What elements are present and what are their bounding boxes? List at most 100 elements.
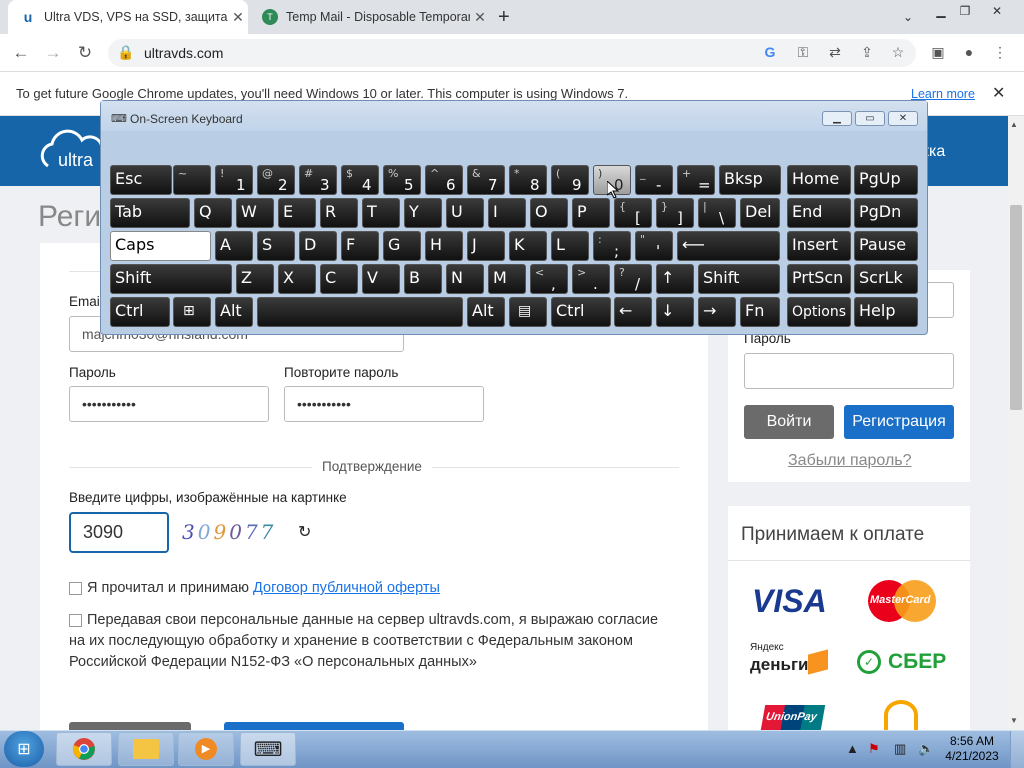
osk-key-p[interactable]: P [572,198,610,228]
osk-key-shift[interactable]: Shift [110,264,232,294]
osk-key-j[interactable]: J [467,231,505,261]
osk-key-tab[interactable]: Tab [110,198,190,228]
scroll-up-icon[interactable]: ▲ [1010,120,1018,129]
osk-key-m[interactable]: M [488,264,526,294]
key-icon[interactable]: ⚿ [794,44,812,61]
osk-key-bksp[interactable]: Bksp [719,165,781,195]
osk-key-menu[interactable]: ▤ [509,297,547,327]
osk-key-dot[interactable]: >. [572,264,610,294]
osk-key-z[interactable]: Z [236,264,274,294]
login-button[interactable]: Войти [744,405,834,439]
osk-key-prtscn[interactable]: PrtScn [787,264,851,294]
osk-key-slash[interactable]: ? / [614,264,652,294]
osk-key-a[interactable]: A [215,231,253,261]
osk-close-button[interactable]: ✕ [888,111,918,126]
forward-icon[interactable]: → [42,42,64,64]
osk-key-left[interactable]: ← [614,297,652,327]
osk-key-t[interactable]: T [362,198,400,228]
osk-key-e[interactable]: E [278,198,316,228]
osk-key-options[interactable]: Options [787,297,851,327]
osk-key-ctrl[interactable]: Ctrl [110,297,170,327]
osk-restore-button[interactable]: ▭ [855,111,885,126]
osk-key-win[interactable]: ⊞ [173,297,211,327]
osk-key-k[interactable]: K [509,231,547,261]
menu-icon[interactable]: ⋮ [991,44,1009,61]
osk-minimize-button[interactable]: ▁ [822,111,852,126]
osk-key-right[interactable]: → [698,297,736,327]
refresh-captcha-icon[interactable]: ↻ [298,522,311,542]
osk-key-i[interactable]: I [488,198,526,228]
osk-key-scrlk[interactable]: ScrLk [854,264,918,294]
login-password-field[interactable] [744,353,954,389]
osk-key-b[interactable]: B [404,264,442,294]
osk-key-shift[interactable]: Shift [698,264,780,294]
osk-key-x[interactable]: X [278,264,316,294]
restore-window-button[interactable]: ❐ [950,0,980,22]
osk-key-end[interactable]: End [787,198,851,228]
taskbar-osk-keyboard-icon[interactable]: ⌨ [240,732,296,766]
osk-key-down[interactable]: ↓ [656,297,694,327]
taskbar-media-player-icon[interactable]: ▶ [178,732,234,766]
close-infobar-icon[interactable]: ✕ [992,83,1005,103]
scrollbar-thumb[interactable] [1010,205,1022,410]
osk-key-ctrl[interactable]: Ctrl [551,297,611,327]
osk-key-semi[interactable]: :; [593,231,631,261]
osk-key-h[interactable]: H [425,231,463,261]
osk-key-n7[interactable]: & 7 [467,165,505,195]
osk-key-pgup[interactable]: PgUp [854,165,918,195]
osk-key-pgdn[interactable]: PgDn [854,198,918,228]
osk-key-bsl[interactable]: | \ [698,198,736,228]
reload-icon[interactable]: ↻ [74,42,96,64]
share-icon[interactable]: ⇪ [858,44,876,61]
osk-key-enter-arrow[interactable]: ⟵ [677,231,780,261]
taskbar-chrome-icon[interactable] [56,732,112,766]
osk-key-lbr[interactable]: {[ [614,198,652,228]
osk-key-n8[interactable]: * 8 [509,165,547,195]
profile-icon[interactable]: ● [960,44,978,60]
learn-more-link[interactable]: Learn more [911,87,975,101]
osk-key-alt[interactable]: Alt [467,297,505,327]
bookmark-star-icon[interactable]: ☆ [889,44,907,61]
register-button[interactable]: Регистрация [844,405,954,439]
osk-key-v[interactable]: V [362,264,400,294]
tray-expand-icon[interactable]: ▲ [846,741,859,756]
scroll-down-icon[interactable]: ▼ [1010,716,1018,725]
osk-key-quote[interactable]: " ' [635,231,673,261]
osk-key-n2[interactable]: @2 [257,165,295,195]
osk-key-alt[interactable]: Alt [215,297,253,327]
osk-key-n1[interactable]: ! 1 [215,165,253,195]
tab-search-icon[interactable]: ⌄ [893,6,923,28]
tab-temp-mail[interactable]: T Temp Mail - Disposable Temporar ✕ [250,0,490,34]
osk-key-pause[interactable]: Pause [854,231,918,261]
osk-key-s[interactable]: S [257,231,295,261]
osk-key-grave[interactable]: ~ [173,165,211,195]
osk-key-l[interactable]: L [551,231,589,261]
repeat-password-field[interactable]: ••••••••••• [284,386,484,422]
action-center-flag-icon[interactable]: ⚑ [868,741,880,757]
back-icon[interactable]: ← [10,42,32,64]
osk-key-q[interactable]: Q [194,198,232,228]
osk-key-comma[interactable]: <, [530,264,568,294]
osk-key-caps[interactable]: Caps [110,231,211,261]
osk-key-esc[interactable]: Esc [110,165,172,195]
osk-key-n5[interactable]: % 5 [383,165,421,195]
taskbar-explorer-folder-icon[interactable] [118,732,174,766]
osk-key-r[interactable]: R [320,198,358,228]
osk-key-n3[interactable]: #3 [299,165,337,195]
agree-checkbox[interactable] [69,582,82,595]
osk-key-del[interactable]: Del [740,198,780,228]
close-window-button[interactable]: ✕ [982,0,1012,22]
translate-icon[interactable]: ⇄ [826,44,844,61]
osk-key-d[interactable]: D [299,231,337,261]
osk-key-eq[interactable]: + = [677,165,715,195]
osk-key-space[interactable] [257,297,463,327]
osk-key-minus[interactable]: _ - [635,165,673,195]
osk-key-g[interactable]: G [383,231,421,261]
osk-key-insert[interactable]: Insert [787,231,851,261]
osk-key-help[interactable]: Help [854,297,918,327]
offer-agreement-link[interactable]: Договор публичной оферты [253,580,440,596]
close-tab-icon[interactable]: ✕ [470,9,490,26]
start-button-windows-icon[interactable]: ⊞ [4,731,44,767]
osk-key-y[interactable]: Y [404,198,442,228]
password-field[interactable]: ••••••••••• [69,386,269,422]
